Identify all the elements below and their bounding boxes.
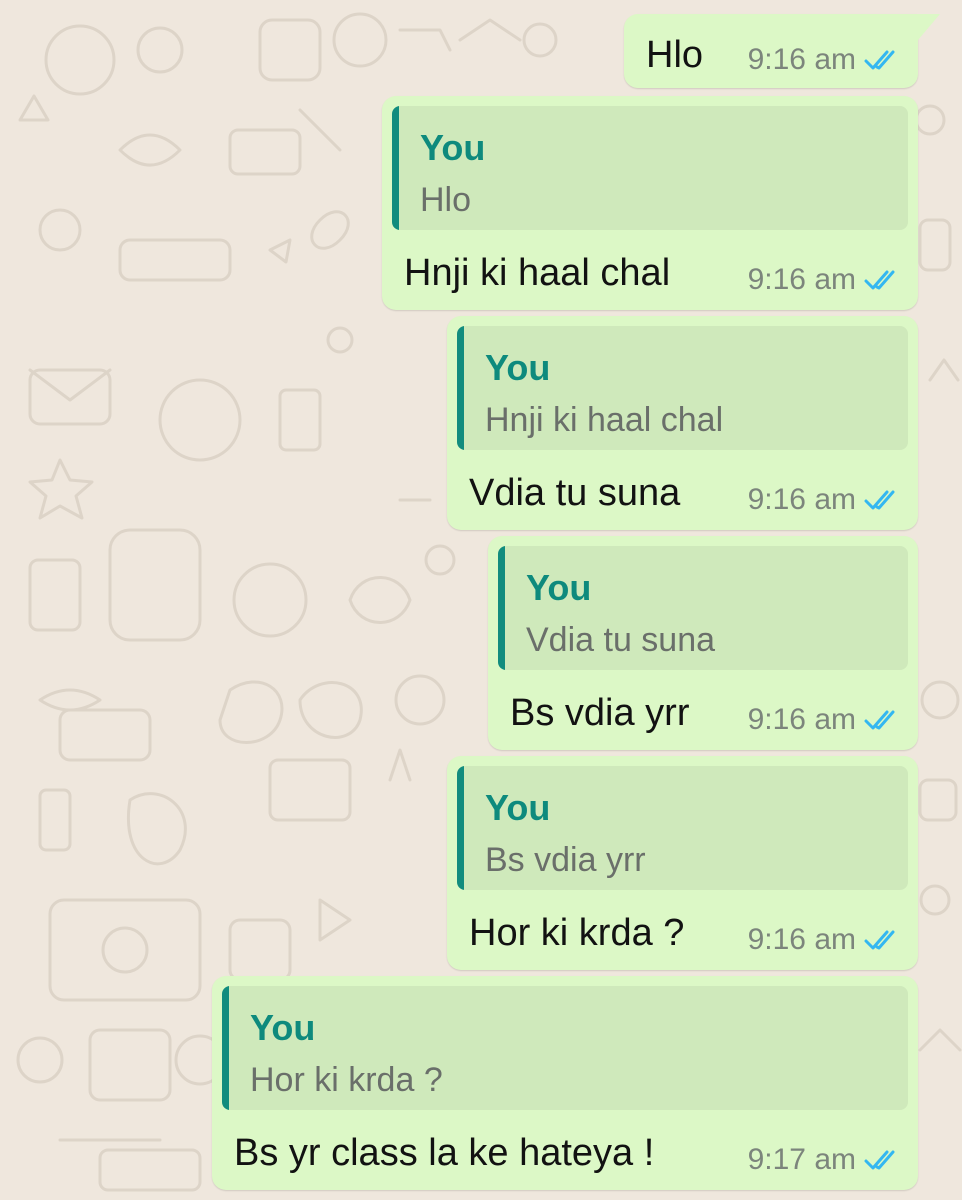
quote-author: You	[420, 127, 486, 168]
message-list[interactable]: Hlo 9:16 am You Hlo Hnji ki haal chal 9:…	[0, 0, 962, 1200]
double-check-read-icon	[864, 930, 895, 950]
quoted-message[interactable]: You Bs vdia yrr	[457, 766, 908, 890]
quote-accent-bar	[457, 766, 464, 890]
double-check-read-icon	[864, 50, 895, 70]
message-text: Bs yr class la ke hateya !	[234, 1132, 655, 1174]
message-meta: 9:16 am	[748, 480, 902, 520]
message-time: 9:16 am	[747, 923, 856, 956]
message-meta: 9:17 am	[748, 1140, 902, 1180]
quote-author: You	[485, 787, 551, 828]
message-bubble[interactable]: You Hnji ki haal chal Vdia tu suna 9:16 …	[447, 316, 918, 530]
quote-author: You	[250, 1007, 316, 1048]
message-meta: 9:16 am	[748, 260, 902, 300]
quoted-message[interactable]: You Hnji ki haal chal	[457, 326, 908, 450]
quoted-message[interactable]: You Vdia tu suna	[498, 546, 908, 670]
message-meta: 9:16 am	[748, 700, 902, 740]
message-text: Vdia tu suna	[469, 472, 681, 514]
double-check-read-icon	[864, 490, 895, 510]
bubble-tail	[918, 14, 940, 40]
quote-accent-bar	[392, 106, 399, 230]
quote-accent-bar	[457, 326, 464, 450]
quote-text: Hor ki krda ?	[250, 1061, 443, 1099]
double-check-read-icon	[864, 1150, 895, 1170]
message-time: 9:16 am	[747, 703, 856, 736]
message-time: 9:17 am	[747, 1143, 856, 1176]
quote-author: You	[526, 567, 592, 608]
quoted-message[interactable]: You Hor ki krda ?	[222, 986, 908, 1110]
message-meta: 9:16 am	[748, 920, 902, 960]
quote-text: Bs vdia yrr	[485, 841, 646, 879]
quote-text: Hnji ki haal chal	[485, 401, 724, 439]
message-bubble[interactable]: You Hor ki krda ? Bs yr class la ke hate…	[212, 976, 918, 1190]
message-text: Hlo	[646, 34, 704, 76]
message-bubble[interactable]: You Bs vdia yrr Hor ki krda ? 9:16 am	[447, 756, 918, 970]
message-bubble[interactable]: Hlo 9:16 am	[624, 14, 940, 88]
quoted-message[interactable]: You Hlo	[392, 106, 908, 230]
message-meta: 9:16 am	[748, 40, 902, 80]
message-text: Hnji ki haal chal	[404, 252, 671, 294]
quote-author: You	[485, 347, 551, 388]
quote-accent-bar	[498, 546, 505, 670]
quote-text: Hlo	[420, 181, 472, 219]
message-time: 9:16 am	[747, 43, 856, 76]
message-bubble[interactable]: You Hlo Hnji ki haal chal 9:16 am	[382, 96, 918, 310]
message-bubble[interactable]: You Vdia tu suna Bs vdia yrr 9:16 am	[488, 536, 918, 750]
message-text: Hor ki krda ?	[469, 912, 685, 954]
quote-accent-bar	[222, 986, 229, 1110]
double-check-read-icon	[864, 270, 895, 290]
message-time: 9:16 am	[747, 483, 856, 516]
message-text: Bs vdia yrr	[510, 692, 690, 734]
quote-text: Vdia tu suna	[526, 621, 716, 659]
double-check-read-icon	[864, 710, 895, 730]
message-time: 9:16 am	[747, 263, 856, 296]
